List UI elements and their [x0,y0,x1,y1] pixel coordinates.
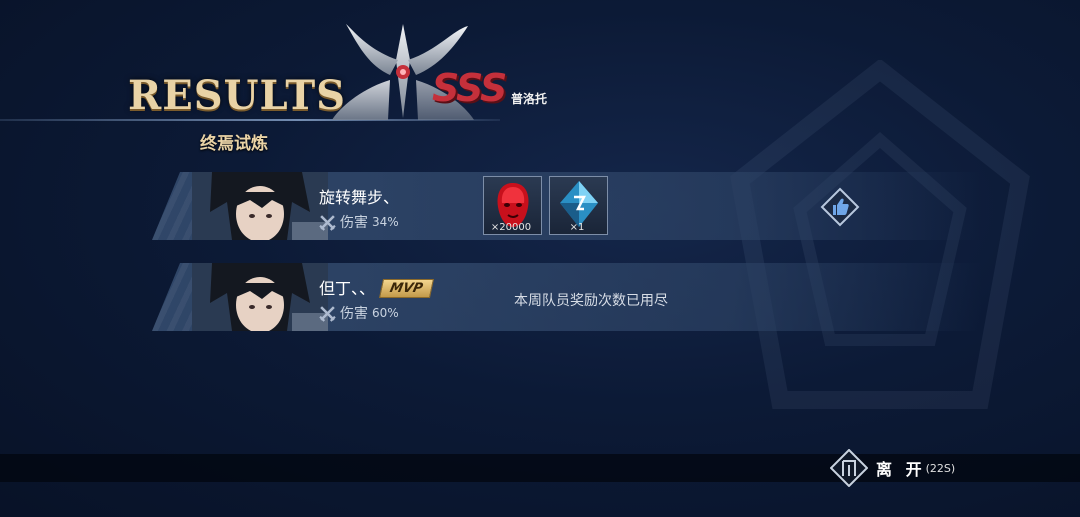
reward-slot-2[interactable]: ×1 [549,176,608,235]
leave-timer: (22S) [925,461,956,475]
results-title: RESULTS [128,72,347,119]
thumbs-up-icon[interactable] [820,187,860,227]
player-avatar [192,263,328,331]
damage-stat: 伤害 60% [319,303,399,323]
boss-name: 普洛托 [511,92,548,106]
player-name: 旋转舞步、 [319,188,400,207]
stage-subtitle: 终焉试炼 [200,134,268,154]
crossed-swords-icon [319,305,336,322]
rank-grade: SSS [432,66,507,110]
exit-door-icon [830,449,868,487]
damage-stat: 伤害 34% [319,212,399,232]
player-row-2: 但丁、、 MVP 伤害 60% 本周队员奖励次数已用尽 [152,263,982,331]
damage-value: 34% [372,215,399,229]
reward-quantity: ×1 [569,222,585,233]
crossed-swords-icon [319,214,336,231]
leave-label: 离 开 [876,460,926,479]
reward-limit-notice: 本周队员奖励次数已用尽 [514,293,668,309]
player-row-1: 旋转舞步、 伤害 34% ×20000 ×1 [152,172,982,240]
damage-label: 伤害 [340,215,368,231]
mvp-badge: MVP [378,279,434,298]
leave-button[interactable]: 离 开 (22S) [830,449,960,487]
reward-slot-1[interactable]: ×20000 [483,176,542,235]
background-emblem-icon [730,60,1030,409]
player-name-text: 但丁、、 [319,279,376,298]
player-name: 但丁、、 MVP [319,275,434,299]
damage-label: 伤害 [340,306,368,322]
damage-value: 60% [372,306,399,320]
player-avatar [192,172,328,240]
reward-quantity: ×20000 [490,222,532,233]
